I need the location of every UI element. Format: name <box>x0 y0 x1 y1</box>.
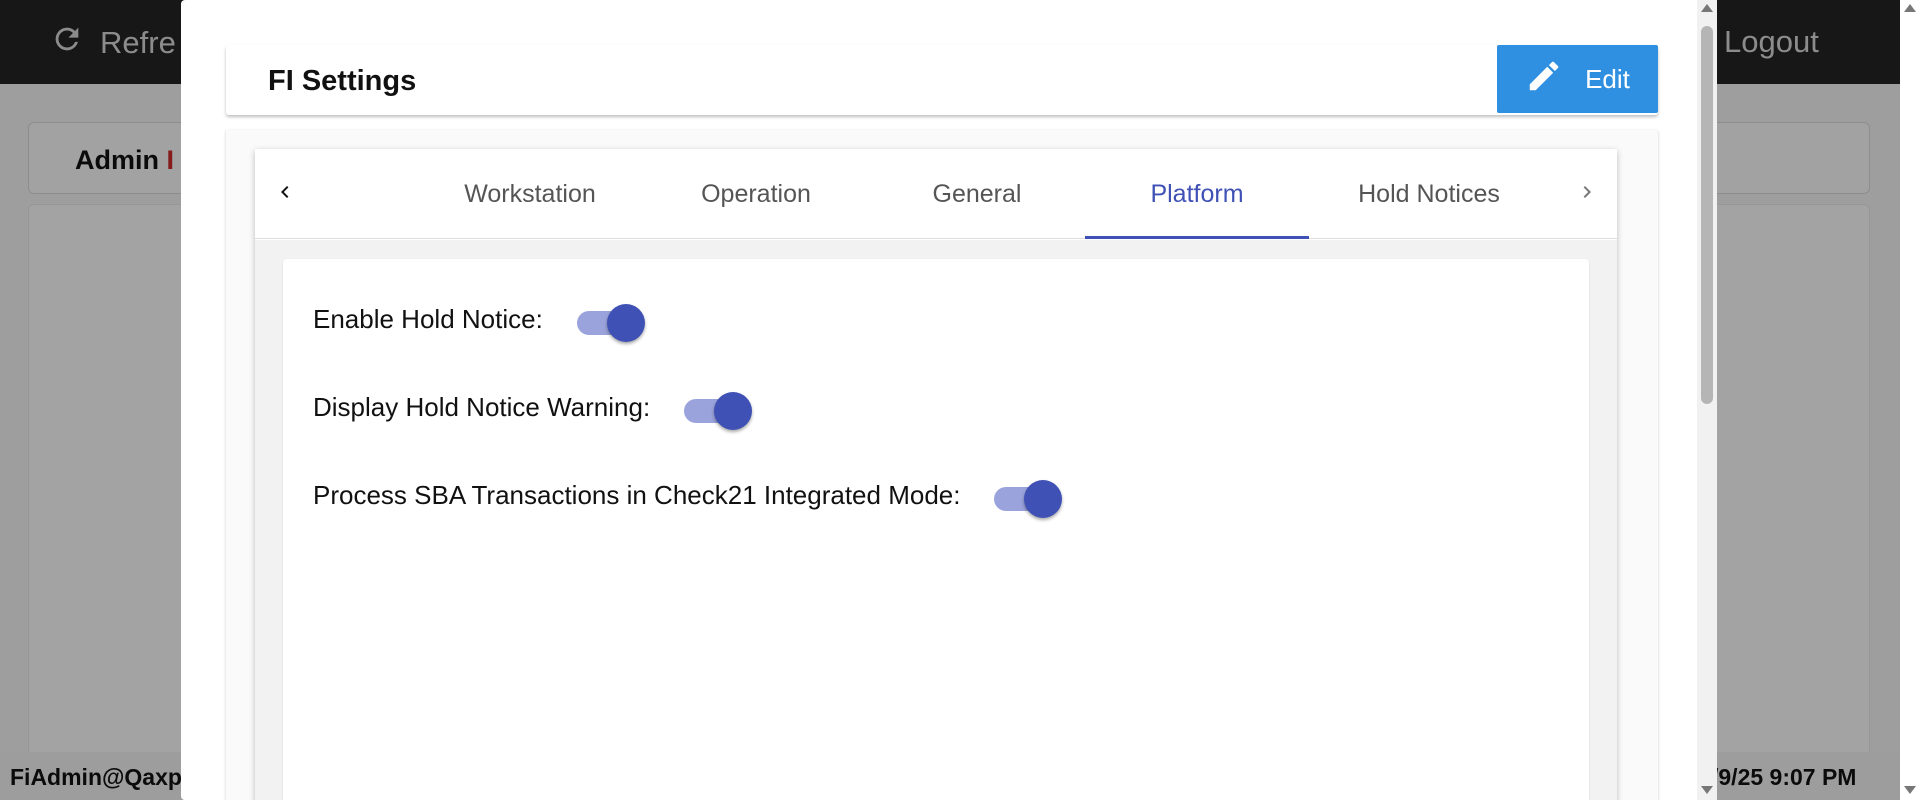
setting-enable-hold-notice: Enable Hold Notice: <box>313 299 645 342</box>
tab-partial[interactable]: ve <box>315 149 375 239</box>
tab-hold-notices[interactable]: Hold Notices <box>1309 149 1549 239</box>
display-hold-notice-warning-toggle[interactable] <box>680 387 753 430</box>
tab-scroll-left[interactable] <box>255 149 315 239</box>
settings-panel: ve Workstation Operation General Platfor… <box>255 149 1617 800</box>
setting-process-sba-check21: Process SBA Transactions in Check21 Inte… <box>313 475 1063 518</box>
tab-scroll-right[interactable] <box>1557 149 1617 239</box>
modal-scrollbar[interactable] <box>1697 0 1717 800</box>
platform-settings: Enable Hold Notice: Display Hold Notice … <box>283 259 1589 800</box>
chevron-right-icon <box>1575 180 1599 209</box>
scroll-up-arrow-icon[interactable] <box>1701 4 1713 12</box>
tab-operation[interactable]: Operation <box>643 149 869 239</box>
process-sba-check21-toggle[interactable] <box>990 475 1063 518</box>
active-tab-indicator <box>1085 236 1309 239</box>
page-scrollbar[interactable] <box>1900 0 1920 800</box>
scroll-down-arrow-icon[interactable] <box>1701 786 1713 794</box>
edit-button[interactable]: Edit <box>1497 45 1658 113</box>
setting-label: Enable Hold Notice: <box>313 303 543 334</box>
setting-display-hold-notice-warning: Display Hold Notice Warning: <box>313 387 753 430</box>
fi-settings-modal: FI Settings Edit ve Workstation Operatio… <box>181 0 1717 800</box>
edit-label: Edit <box>1585 63 1630 94</box>
page-scroll-down-arrow-icon[interactable] <box>1904 786 1916 794</box>
scrollbar-thumb[interactable] <box>1701 26 1713 404</box>
toggle-thumb <box>714 392 753 430</box>
toggle-thumb <box>606 304 645 342</box>
page-scroll-up-arrow-icon[interactable] <box>1904 4 1916 12</box>
modal-title: FI Settings <box>268 65 417 97</box>
chevron-left-icon <box>273 180 297 209</box>
setting-label: Process SBA Transactions in Check21 Inte… <box>313 479 961 510</box>
setting-label: Display Hold Notice Warning: <box>313 391 651 422</box>
tab-bar: ve Workstation Operation General Platfor… <box>255 149 1617 239</box>
pencil-icon <box>1525 57 1563 102</box>
tab-workstation[interactable]: Workstation <box>417 149 643 239</box>
tab-platform[interactable]: Platform <box>1085 149 1309 239</box>
modal-header: FI Settings <box>226 45 1658 115</box>
toggle-thumb <box>1024 480 1063 518</box>
tab-general[interactable]: General <box>869 149 1085 239</box>
enable-hold-notice-toggle[interactable] <box>573 299 645 342</box>
